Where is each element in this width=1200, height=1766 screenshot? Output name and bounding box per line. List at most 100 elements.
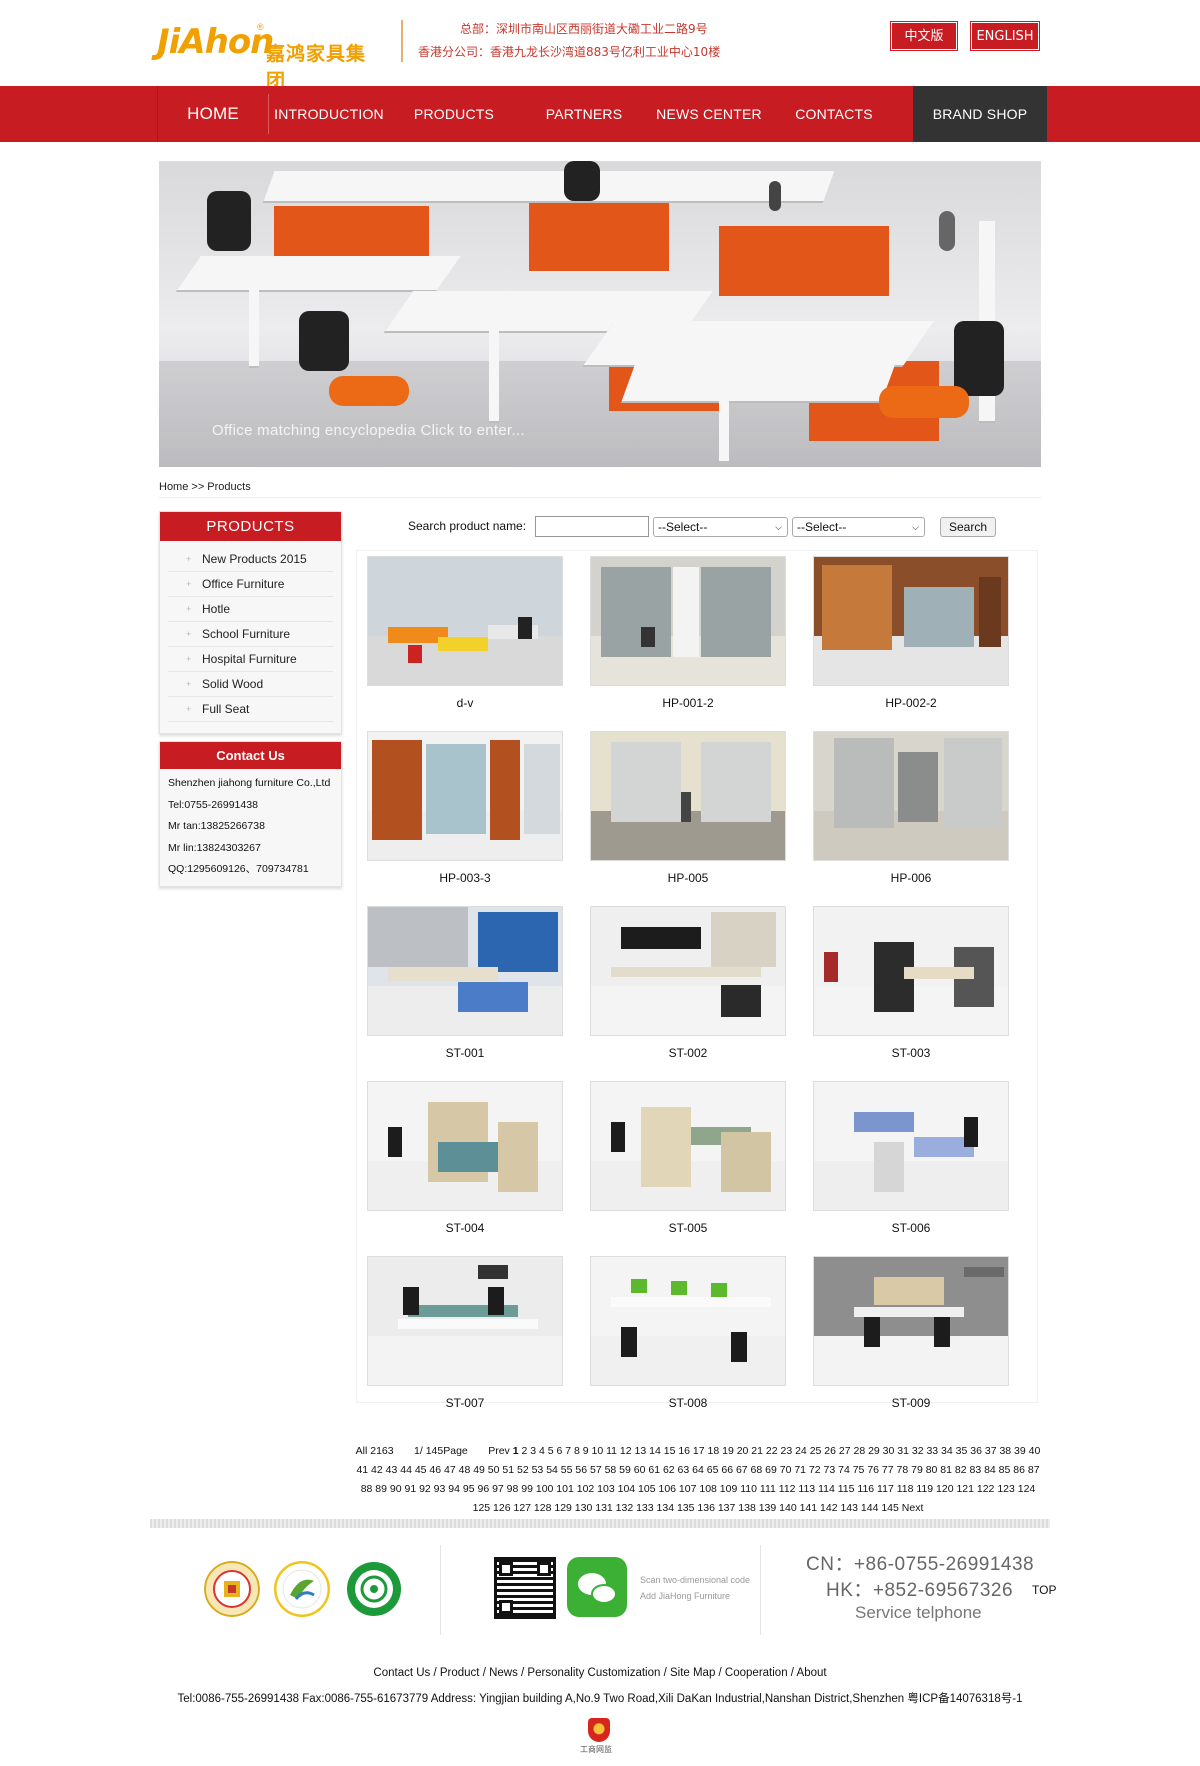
nav-news-center[interactable]: NEWS CENTER bbox=[649, 86, 769, 142]
category-hospital-furniture[interactable]: + Hospital Furniture bbox=[168, 647, 333, 672]
product-card[interactable]: d-v bbox=[367, 556, 563, 716]
furniture-shape bbox=[701, 567, 771, 657]
product-image[interactable] bbox=[590, 556, 786, 686]
product-card[interactable]: HP-005 bbox=[590, 731, 786, 891]
image-floor bbox=[814, 1336, 1008, 1385]
product-name[interactable]: ST-008 bbox=[590, 1396, 786, 1410]
chair-back bbox=[299, 311, 349, 371]
product-image[interactable] bbox=[590, 1081, 786, 1211]
furniture-shape bbox=[372, 740, 422, 840]
product-card[interactable]: ST-004 bbox=[367, 1081, 563, 1241]
category-label: Hotle bbox=[202, 602, 231, 616]
product-image[interactable] bbox=[367, 556, 563, 686]
contact-tel: Tel:0755-26991438 bbox=[168, 798, 258, 811]
product-name[interactable]: ST-004 bbox=[367, 1221, 563, 1235]
bullet-icon: + bbox=[186, 654, 192, 664]
product-image[interactable] bbox=[813, 906, 1009, 1036]
furniture-shape bbox=[641, 1107, 691, 1187]
product-name[interactable]: ST-005 bbox=[590, 1221, 786, 1235]
category-hotle[interactable]: + Hotle bbox=[168, 597, 333, 622]
category-office-furniture[interactable]: + Office Furniture bbox=[168, 572, 333, 597]
product-card[interactable]: ST-006 bbox=[813, 1081, 1009, 1241]
desk-leg bbox=[489, 326, 499, 421]
breadcrumb[interactable]: Home >> Products bbox=[159, 481, 251, 493]
nav-products[interactable]: PRODUCTS bbox=[389, 86, 519, 142]
furniture-shape bbox=[681, 792, 691, 822]
category-select-2[interactable]: --Select-- ⌵ bbox=[792, 517, 925, 537]
product-card[interactable]: ST-008 bbox=[590, 1256, 786, 1416]
hero-banner[interactable]: Office matching encyclopedia Click to en… bbox=[159, 161, 1041, 467]
banner-caption[interactable]: Office matching encyclopedia Click to en… bbox=[212, 422, 525, 439]
product-image[interactable] bbox=[590, 1256, 786, 1386]
product-name[interactable]: ST-002 bbox=[590, 1046, 786, 1060]
category-school-furniture[interactable]: + School Furniture bbox=[168, 622, 333, 647]
product-card[interactable]: ST-001 bbox=[367, 906, 563, 1066]
next-page-link[interactable]: Next bbox=[902, 1502, 924, 1514]
search-button[interactable]: Search bbox=[940, 517, 996, 537]
contact-company: Shenzhen jiahong furniture Co.,Ltd bbox=[168, 777, 331, 789]
footer-links[interactable]: Contact Us / Product / News / Personalit… bbox=[0, 1667, 1200, 1679]
registered-icon: ® bbox=[257, 22, 264, 32]
product-name[interactable]: HP-003-3 bbox=[367, 871, 563, 885]
nav-partners[interactable]: PARTNERS bbox=[519, 86, 649, 142]
product-name[interactable]: ST-001 bbox=[367, 1046, 563, 1060]
search-input[interactable] bbox=[535, 516, 649, 537]
product-name[interactable]: HP-005 bbox=[590, 871, 786, 885]
product-image[interactable] bbox=[367, 731, 563, 861]
category-new-products-2015[interactable]: + New Products 2015 bbox=[168, 547, 333, 572]
company-addresses: 总部：深圳市南山区西丽街道大磡工业二路9号 香港分公司：香港九龙长沙湾道883号… bbox=[418, 18, 758, 64]
product-card[interactable]: HP-006 bbox=[813, 731, 1009, 891]
product-image[interactable] bbox=[813, 556, 1009, 686]
nav-contacts[interactable]: CONTACTS bbox=[769, 86, 899, 142]
product-card[interactable]: ST-007 bbox=[367, 1256, 563, 1416]
product-name[interactable]: ST-006 bbox=[813, 1221, 1009, 1235]
category-select-1[interactable]: --Select-- ⌵ bbox=[653, 517, 788, 537]
product-card[interactable]: HP-003-3 bbox=[367, 731, 563, 891]
nav-introduction[interactable]: INTRODUCTION bbox=[269, 86, 389, 142]
product-name[interactable]: HP-001-2 bbox=[590, 696, 786, 710]
product-name[interactable]: ST-007 bbox=[367, 1396, 563, 1410]
orange-seat bbox=[879, 386, 969, 418]
product-image[interactable] bbox=[813, 731, 1009, 861]
police-badge-label: 工商网监 bbox=[580, 1745, 612, 1754]
product-image[interactable] bbox=[590, 906, 786, 1036]
product-name[interactable]: HP-006 bbox=[813, 871, 1009, 885]
category-solid-wood[interactable]: + Solid Wood bbox=[168, 672, 333, 697]
category-label: Hospital Furniture bbox=[202, 652, 297, 666]
company-logo[interactable]: JiAhon ® 嘉鸿家具集团 bbox=[157, 19, 385, 92]
product-name[interactable]: HP-002-2 bbox=[813, 696, 1009, 710]
product-card[interactable]: ST-002 bbox=[590, 906, 786, 1066]
contact-qq: QQ:1295609126、709734781 bbox=[168, 863, 309, 875]
furniture-shape bbox=[964, 1267, 1004, 1277]
product-image[interactable] bbox=[367, 1081, 563, 1211]
furniture-shape bbox=[721, 1132, 771, 1192]
product-image[interactable] bbox=[590, 731, 786, 861]
product-image[interactable] bbox=[813, 1081, 1009, 1211]
product-card[interactable]: HP-002-2 bbox=[813, 556, 1009, 716]
furniture-shape bbox=[834, 738, 894, 828]
trademark-badge-icon bbox=[204, 1561, 260, 1617]
nav-home[interactable]: HOME bbox=[158, 86, 268, 142]
prev-page-link[interactable]: Prev bbox=[488, 1445, 510, 1457]
select-value: --Select-- bbox=[658, 520, 708, 534]
monitor bbox=[939, 211, 955, 251]
product-name[interactable]: ST-009 bbox=[813, 1396, 1009, 1410]
product-name[interactable]: ST-003 bbox=[813, 1046, 1009, 1060]
product-card[interactable]: HP-001-2 bbox=[590, 556, 786, 716]
furniture-shape bbox=[864, 1317, 880, 1347]
qr-code-icon[interactable] bbox=[494, 1557, 556, 1619]
wechat-icon[interactable] bbox=[567, 1557, 627, 1617]
product-name[interactable]: d-v bbox=[367, 696, 563, 710]
nav-brand-shop[interactable]: BRAND SHOP bbox=[913, 86, 1047, 142]
chinese-version-button[interactable]: 中文版 bbox=[890, 21, 958, 51]
product-card[interactable]: ST-009 bbox=[813, 1256, 1009, 1416]
product-image[interactable] bbox=[367, 906, 563, 1036]
product-card[interactable]: ST-005 bbox=[590, 1081, 786, 1241]
product-image[interactable] bbox=[367, 1256, 563, 1386]
product-card[interactable]: ST-003 bbox=[813, 906, 1009, 1066]
english-version-button[interactable]: ENGLISH bbox=[970, 21, 1040, 51]
back-to-top-link[interactable]: TOP bbox=[1032, 1583, 1056, 1597]
category-full-seat[interactable]: + Full Seat bbox=[168, 697, 333, 722]
product-image[interactable] bbox=[813, 1256, 1009, 1386]
police-badge[interactable]: 工商网监 bbox=[580, 1718, 614, 1754]
